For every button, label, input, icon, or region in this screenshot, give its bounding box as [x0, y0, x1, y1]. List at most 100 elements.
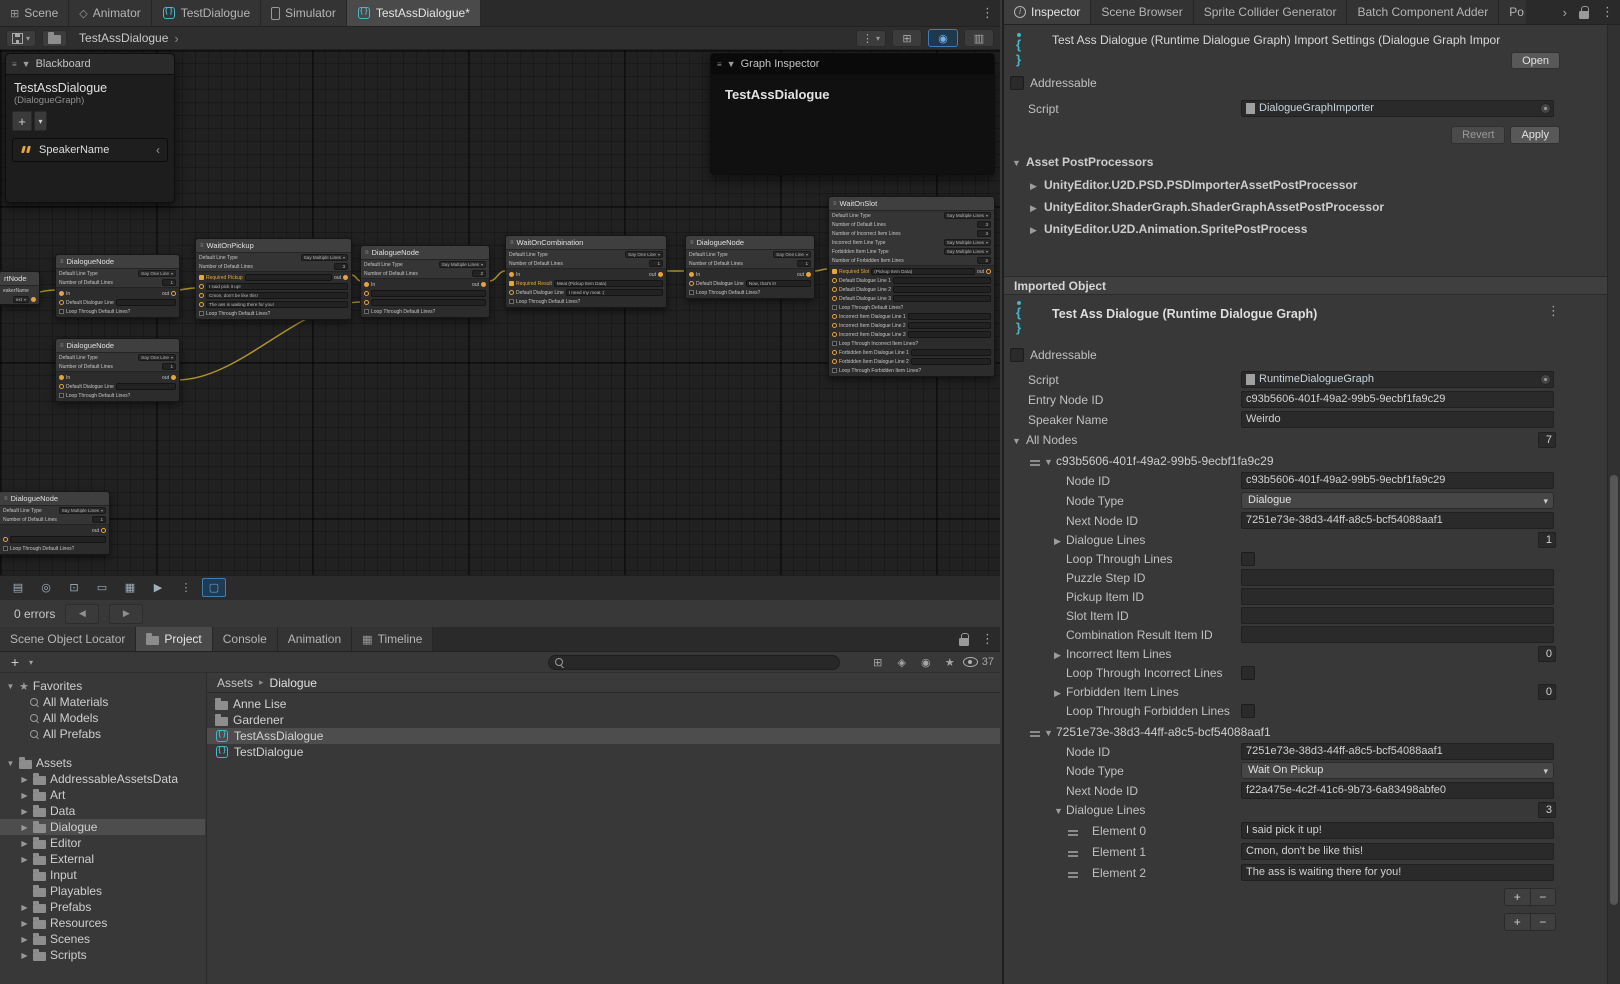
tab-simulator[interactable]: Simulator	[261, 0, 347, 26]
panel-menu-icon[interactable]: ⋮	[975, 627, 1000, 651]
dialogue-lines-count-field[interactable]: 3	[1538, 802, 1556, 818]
remove-element-button[interactable]: −	[1531, 889, 1556, 905]
line-port[interactable]	[832, 296, 837, 301]
required-slot-port[interactable]	[832, 269, 837, 274]
line-port[interactable]	[59, 384, 64, 389]
asset-item-testdialogue[interactable]: TestDialogue	[207, 744, 1000, 760]
breadcrumb-current[interactable]: Dialogue	[270, 676, 317, 690]
search-save-icon[interactable]: ⊞	[867, 656, 889, 669]
node-wait-on-slot[interactable]: ≡WaitOnSlot Default Line TypeSay Multipl…	[828, 196, 995, 377]
line-port[interactable]	[832, 332, 837, 337]
blackboard-list-icon[interactable]: ▤	[6, 578, 30, 597]
tab-inspector[interactable]: iInspector	[1004, 0, 1091, 24]
drag-handle-icon[interactable]	[1068, 830, 1078, 836]
loop-through-forbidden-lines-checkbox[interactable]	[1241, 704, 1255, 718]
loop-checkbox[interactable]	[364, 309, 369, 314]
addressable-checkbox[interactable]	[1010, 76, 1024, 90]
line-field[interactable]	[10, 536, 106, 543]
loop-checkbox[interactable]	[832, 368, 837, 373]
tab-testdialogue[interactable]: TestDialogue	[152, 0, 261, 26]
tree-item-data[interactable]: ▶Data	[0, 803, 205, 819]
line-port[interactable]	[364, 291, 369, 296]
toggle-graph-inspector-button[interactable]: ◉	[928, 29, 958, 47]
node-dialogue-5[interactable]: ≡DialogueNode Default Line TypeSay Multi…	[0, 491, 110, 555]
create-asset-dropdown[interactable]: ▾	[26, 658, 36, 667]
tree-item-external[interactable]: ▶External	[0, 851, 205, 867]
line-port[interactable]	[832, 314, 837, 319]
foldout-icon[interactable]: ▼	[1044, 728, 1053, 738]
speaker-name-field[interactable]: Weirdo	[1241, 411, 1554, 428]
blackboard-panel[interactable]: ≡▼Blackboard TestAssDialogue (DialogueGr…	[5, 53, 175, 203]
tree-item-scenes[interactable]: ▶Scenes	[0, 931, 205, 947]
count-field[interactable]: 3	[334, 263, 348, 270]
output-port[interactable]	[343, 275, 348, 280]
output-port[interactable]	[171, 375, 176, 380]
more-icon[interactable]: ⋮	[174, 578, 198, 597]
line-type-dropdown[interactable]: Say Multiple Lines▾	[439, 261, 486, 268]
script-field[interactable]: DialogueGraphImporter	[1241, 100, 1554, 117]
line-type-dropdown[interactable]: Say Multiple Lines▾	[944, 212, 991, 219]
tab-partial[interactable]: Po	[1499, 0, 1526, 24]
tab-scene-browser[interactable]: Scene Browser	[1091, 0, 1193, 24]
node-id-field[interactable]: c93b5606-401f-49a2-99b5-9ecbf1fa9c29	[1241, 472, 1554, 489]
drag-handle-icon[interactable]	[1030, 731, 1040, 737]
line-port[interactable]	[832, 350, 837, 355]
input-port[interactable]	[59, 375, 64, 380]
line-field[interactable]	[116, 383, 176, 390]
save-button[interactable]: ▾	[6, 30, 36, 47]
line-field[interactable]: Now, that's it!	[746, 280, 811, 287]
frame-icon[interactable]: ▭	[90, 578, 114, 597]
node-type-dropdown[interactable]: Wait On Pickup	[1241, 762, 1554, 779]
add-element-button[interactable]: +	[1505, 914, 1531, 930]
tab-testassdialogue[interactable]: TestAssDialogue*	[347, 0, 481, 26]
output-port[interactable]	[481, 282, 486, 287]
line-type-dropdown[interactable]: Say One Line▾	[773, 251, 811, 258]
required-slot-field[interactable]: (Pickup Item Data)	[871, 268, 975, 275]
foldout-icon[interactable]: ▼	[1012, 436, 1021, 446]
output-port[interactable]	[171, 291, 176, 296]
speaker-name-property[interactable]: SpeakerName ‹	[12, 138, 168, 162]
scrollbar-thumb[interactable]	[1610, 475, 1618, 905]
line-port[interactable]	[509, 290, 514, 295]
tree-item-resources[interactable]: ▶Resources	[0, 915, 205, 931]
puzzle-step-id-field[interactable]	[1241, 569, 1554, 586]
foldout-icon[interactable]: ▶	[20, 855, 29, 864]
breadcrumb-root[interactable]: Assets	[217, 676, 253, 690]
tab-console[interactable]: Console	[213, 627, 278, 651]
foldout-icon[interactable]: ▶	[20, 919, 29, 928]
foldout-icon[interactable]: ▼	[1012, 158, 1021, 168]
dropdown[interactable]: ext▾	[13, 296, 29, 303]
settings-wrench-icon[interactable]: ⊡	[62, 578, 86, 597]
incorrect-item-lines-count-field[interactable]: 0	[1538, 646, 1556, 662]
line-port[interactable]	[199, 302, 204, 307]
collapse-icon[interactable]: ▼	[727, 59, 736, 69]
add-property-button[interactable]: +	[12, 111, 32, 131]
tab-animation[interactable]: Animation	[278, 627, 352, 651]
show-in-project-button[interactable]	[42, 30, 67, 47]
line-type-dropdown[interactable]: Say Multiple Lines▾	[944, 248, 991, 255]
tab-project[interactable]: Project	[136, 627, 212, 651]
remove-element-button[interactable]: −	[1531, 914, 1556, 930]
line-port[interactable]	[199, 293, 204, 298]
node-dialogue-3[interactable]: ≡DialogueNode Default Line TypeSay Multi…	[360, 245, 490, 318]
next-node-id-field[interactable]: 7251e73e-38d3-44ff-a8c5-bcf54088aaf1	[1241, 512, 1554, 529]
foldout-icon[interactable]: ▼	[1054, 806, 1063, 816]
inspector-toggle-icon[interactable]: ◎	[34, 578, 58, 597]
open-button[interactable]: Open	[1511, 52, 1560, 69]
line-field[interactable]	[116, 299, 176, 306]
breadcrumb[interactable]: TestAssDialogue	[79, 31, 168, 45]
visibility-toggle[interactable]: 37	[963, 656, 994, 668]
node-dialogue-2[interactable]: ≡DialogueNode Default Line TypeSay One L…	[55, 338, 180, 402]
tree-item-playables[interactable]: Playables	[0, 883, 205, 899]
node-type-dropdown[interactable]: Dialogue	[1241, 492, 1554, 509]
loop-checkbox[interactable]	[689, 290, 694, 295]
element-value-field[interactable]: I said pick it up!	[1241, 822, 1554, 839]
object-picker-icon[interactable]	[1540, 103, 1551, 114]
packages-filter-icon[interactable]: ◈	[891, 656, 913, 669]
tree-item-assets[interactable]: ▼Assets	[0, 755, 205, 771]
node-start-partial[interactable]: rtNode eakerName ext▾	[0, 271, 40, 305]
line-field[interactable]: I said pick it up!	[206, 283, 348, 290]
line-port[interactable]	[689, 281, 694, 286]
postprocessor-row[interactable]: ▶ UnityEditor.U2D.Animation.SpritePostPr…	[1004, 220, 1620, 239]
foldout-icon[interactable]: ▶	[20, 823, 29, 832]
